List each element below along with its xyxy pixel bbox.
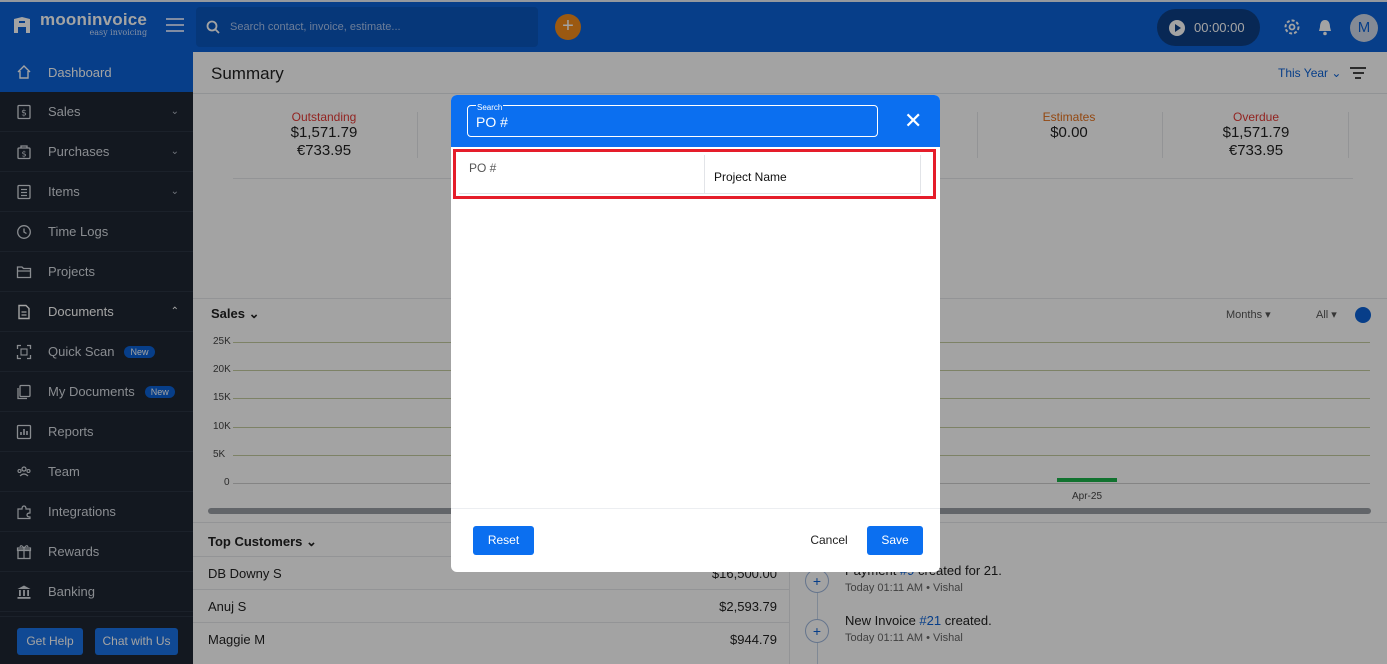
save-button[interactable]: Save <box>867 526 923 555</box>
modal-header: Search PO # ✕ <box>451 95 940 147</box>
column-project-name[interactable]: Project Name <box>705 155 921 193</box>
search-field[interactable]: Search PO # <box>467 103 878 137</box>
po-search-modal: Search PO # ✕ PO # Project Name Reset Ca… <box>451 95 940 572</box>
reset-button[interactable]: Reset <box>473 526 534 555</box>
column-header: PO # <box>469 161 497 175</box>
search-field-value: PO # <box>476 114 508 130</box>
cancel-button[interactable]: Cancel <box>804 526 854 555</box>
close-icon[interactable]: ✕ <box>904 110 922 132</box>
divider <box>451 508 940 509</box>
divider <box>459 193 921 194</box>
column-po-number[interactable]: PO # <box>459 155 705 193</box>
column-header: Project Name <box>714 170 787 184</box>
search-field-label: Search <box>476 103 504 112</box>
